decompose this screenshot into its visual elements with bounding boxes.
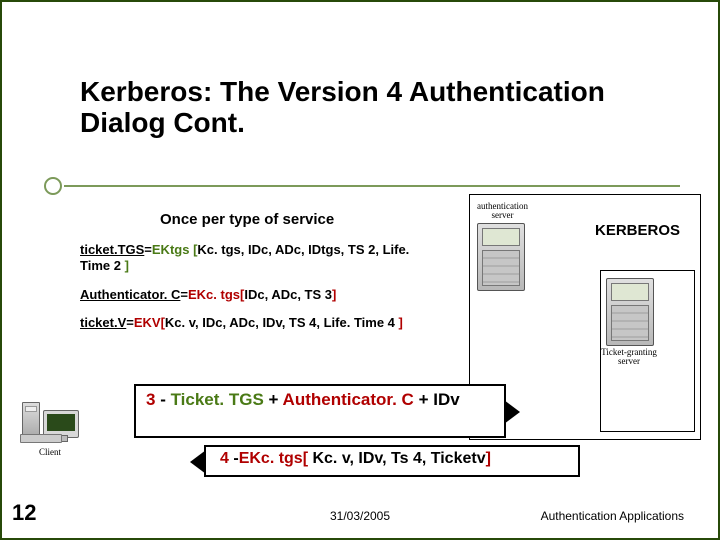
subheading: Once per type of service: [160, 211, 334, 228]
msg4-num: 4: [220, 450, 229, 467]
ticket-v-body: Kc. v, IDc, ADc, IDv, TS 4, Life. Time 4: [165, 315, 399, 330]
slide-title: Kerberos: The Version 4 Authentication D…: [80, 77, 670, 139]
footer-title: Authentication Applications: [541, 509, 684, 523]
arrow-left-icon: [190, 450, 206, 474]
auth-server-icon: authenticationserver: [477, 202, 528, 291]
eq: =: [180, 287, 188, 302]
msg3-c: IDv: [433, 390, 459, 409]
msg3-a: Ticket. TGS: [171, 390, 264, 409]
client-caption: Client: [22, 448, 78, 457]
close-bracket: ]: [125, 258, 129, 273]
ticket-tgs-label: ticket.TGS: [80, 242, 144, 257]
plus: +: [414, 390, 433, 409]
tgs-icon-block: Ticket-grantingserver: [606, 278, 664, 367]
eq: =: [126, 315, 134, 330]
ticket-v-def: ticket.V=EKV[Kc. v, IDc, ADc, IDv, TS 4,…: [80, 315, 410, 331]
title-rule: [64, 185, 680, 187]
auth-server-caption: authenticationserver: [477, 202, 528, 221]
ticket-tgs-key: EKtgs: [152, 242, 193, 257]
message-4-arrow: 4 -EKc. tgs[ Kc. v, IDv, Ts 4, Ticketv]: [204, 445, 580, 477]
arrow-right-icon: [504, 400, 520, 424]
msg4-key: EKc. tgs[: [239, 450, 308, 467]
message-4-text: 4 -EKc. tgs[ Kc. v, IDv, Ts 4, Ticketv]: [220, 450, 491, 468]
pc-icon: [22, 402, 79, 438]
dash: -: [229, 450, 239, 467]
auth-c-label: Authenticator. C: [80, 287, 180, 302]
auth-c-body: IDc, ADc, TS 3: [244, 287, 332, 302]
auth-c-key: EKc. tgs[: [188, 287, 244, 302]
ticket-tgs-def: ticket.TGS=EKtgs [Kc. tgs, IDc, ADc, IDt…: [80, 242, 410, 275]
slide-frame: Kerberos: The Version 4 Authentication D…: [0, 0, 720, 540]
server-icon: [477, 223, 525, 291]
close-bracket: ]: [332, 287, 336, 302]
message-3-arrow: 3 - Ticket. TGS + Authenticator. C + IDv: [134, 384, 506, 438]
kerberos-label: KERBEROS: [595, 222, 680, 239]
ticket-v-key: EKV[: [134, 315, 165, 330]
keyboard-icon: [20, 434, 62, 443]
ticket-v-label: ticket.V: [80, 315, 126, 330]
definitions-block: ticket.TGS=EKtgs [Kc. tgs, IDc, ADc, IDt…: [80, 242, 410, 343]
client-icon-block: Client: [22, 402, 79, 457]
authenticator-c-def: Authenticator. C=EKc. tgs[IDc, ADc, TS 3…: [80, 287, 410, 303]
dash: -: [155, 390, 170, 409]
bullet-icon: [44, 177, 62, 195]
plus: +: [264, 390, 283, 409]
msg3-b: Authenticator. C: [283, 390, 414, 409]
close-bracket: ]: [399, 315, 403, 330]
close-bracket: ]: [486, 450, 491, 467]
message-3-text: 3 - Ticket. TGS + Authenticator. C + IDv: [146, 390, 494, 410]
tower-icon: [22, 402, 40, 438]
msg4-body: Kc. v, IDv, Ts 4, Ticketv: [308, 450, 486, 467]
tgs-caption: Ticket-grantingserver: [594, 348, 664, 367]
server-icon: [606, 278, 654, 346]
eq: =: [144, 242, 152, 257]
